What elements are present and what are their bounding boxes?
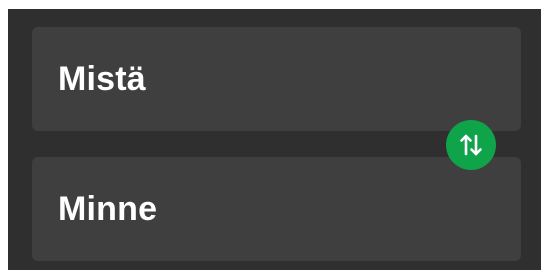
swap-vertical-icon xyxy=(458,132,484,158)
to-field[interactable]: Minne xyxy=(32,157,521,261)
swap-button[interactable] xyxy=(446,120,496,170)
from-field[interactable]: Mistä xyxy=(32,27,521,131)
from-field-label: Mistä xyxy=(58,59,146,98)
to-field-label: Minne xyxy=(58,189,158,228)
route-panel: Mistä Minne xyxy=(8,9,541,270)
